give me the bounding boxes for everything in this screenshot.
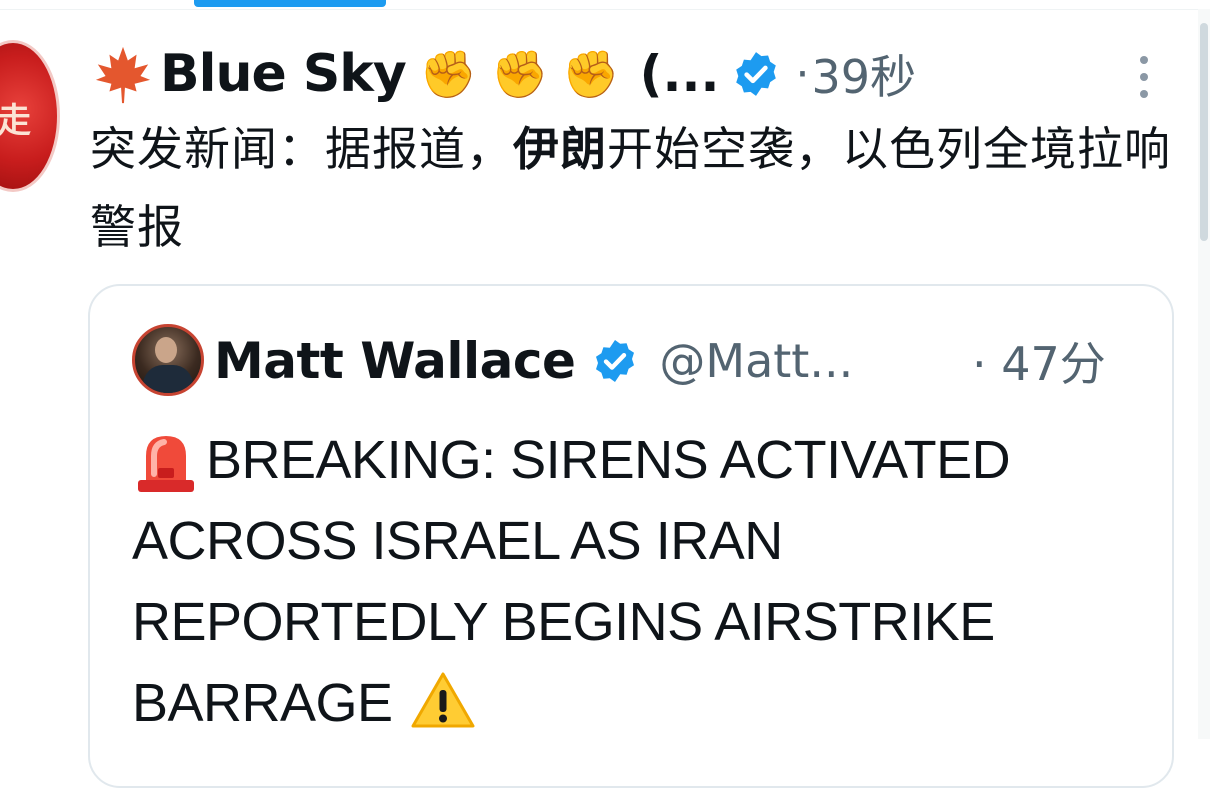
warning-icon bbox=[411, 672, 475, 728]
author-name-truncated[interactable]: (... bbox=[640, 45, 720, 103]
author-avatar[interactable]: 走 bbox=[0, 40, 60, 192]
verified-badge-icon bbox=[596, 340, 635, 382]
quoted-post-body: BREAKING: SIRENS ACTIVATED ACROSS ISRAEL… bbox=[132, 430, 1011, 733]
scrollbar[interactable] bbox=[1198, 9, 1210, 739]
avatar-face bbox=[155, 337, 177, 363]
quoted-post-header: Matt Wallace @Matt... bbox=[214, 326, 853, 396]
raised-fist-icon: ✊ bbox=[419, 47, 478, 101]
quoted-author-name[interactable]: Matt Wallace bbox=[214, 332, 576, 390]
post-timestamp[interactable]: 39秒 bbox=[811, 41, 916, 107]
post-header: Blue Sky ✊ ✊ ✊ (... · 39秒 bbox=[92, 40, 916, 108]
author-display-name[interactable]: Blue Sky bbox=[160, 44, 407, 104]
verified-badge-icon bbox=[736, 52, 777, 96]
quoted-post-timestamp[interactable]: · 47分 bbox=[972, 328, 1106, 394]
quoted-post-text: BREAKING: SIRENS ACTIVATED ACROSS ISRAEL… bbox=[132, 420, 1142, 744]
avatar-suit bbox=[143, 365, 193, 393]
quoted-author-handle[interactable]: @Matt... bbox=[659, 334, 853, 388]
active-tab-indicator bbox=[194, 0, 386, 7]
quoted-author-avatar[interactable] bbox=[132, 324, 204, 396]
raised-fist-icon: ✊ bbox=[491, 47, 549, 101]
raised-fist-icon: ✊ bbox=[562, 47, 620, 101]
post-text-bold: 伊朗 bbox=[513, 122, 607, 176]
scrollbar-thumb[interactable] bbox=[1200, 23, 1208, 241]
avatar-emblem-icon: 走 bbox=[0, 101, 31, 141]
maple-leaf-icon bbox=[95, 46, 151, 104]
more-options-icon[interactable] bbox=[1134, 52, 1154, 102]
post-text: 突发新闻：据报道，伊朗开始空袭，以色列全境拉响警报 bbox=[90, 110, 1180, 266]
top-divider bbox=[0, 9, 1210, 10]
time-separator: · bbox=[795, 48, 810, 100]
post-text-part: 突发新闻：据报道， bbox=[90, 122, 513, 176]
